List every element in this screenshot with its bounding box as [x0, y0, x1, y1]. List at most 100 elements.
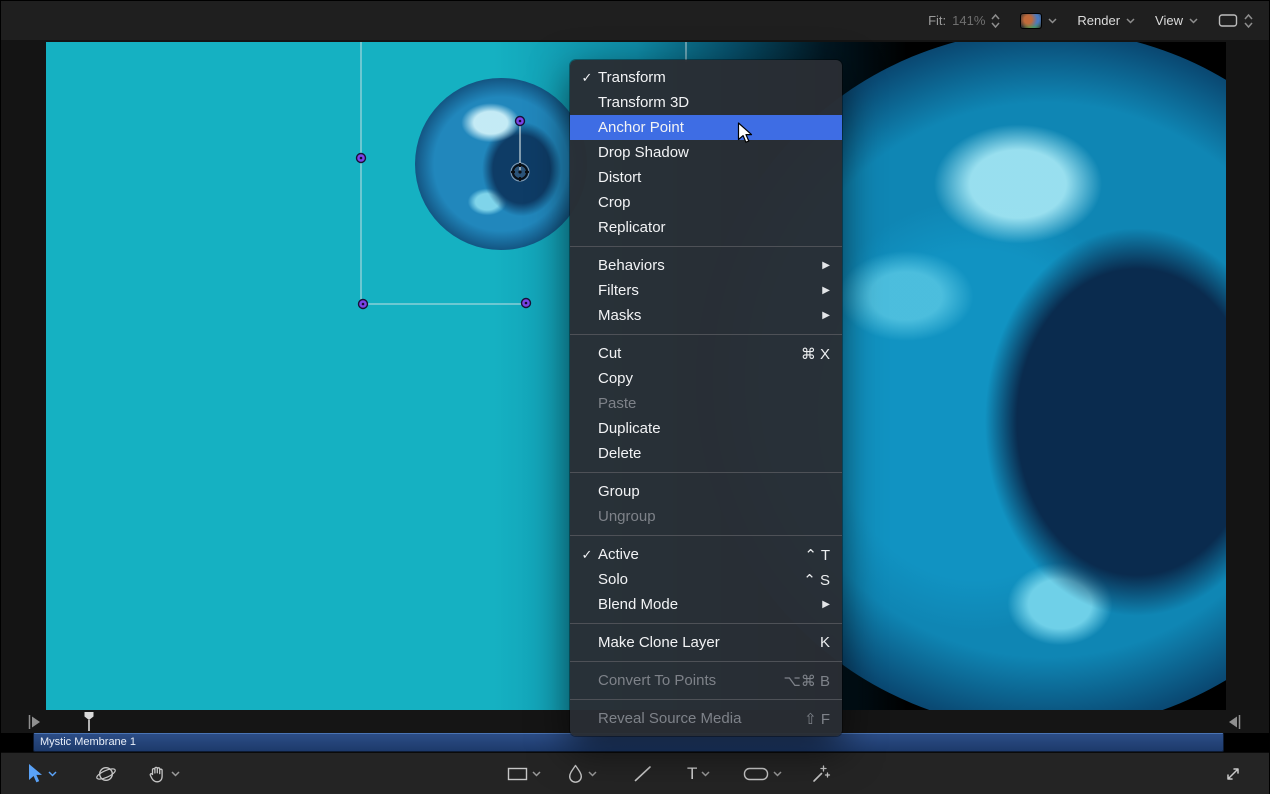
text-tool[interactable]: T [687, 753, 710, 794]
playhead[interactable] [83, 711, 95, 732]
menu-item-transform[interactable]: ✓ Transform [570, 65, 842, 90]
window-layout-control[interactable] [1218, 13, 1253, 29]
menu-item-cut[interactable]: Cut ⌘ X [570, 341, 842, 366]
color-well-control[interactable] [1020, 13, 1057, 29]
menu-item-drop-shadow[interactable]: Drop Shadow [570, 140, 842, 165]
rectangle-icon [507, 765, 528, 783]
menu-item-crop[interactable]: Crop [570, 190, 842, 215]
line-icon [633, 764, 653, 784]
menu-item-label: Transform [598, 69, 830, 86]
line-tool[interactable] [633, 753, 653, 794]
menu-item-label: Duplicate [598, 420, 830, 437]
orbit-icon [95, 763, 117, 785]
menu-item-behaviors[interactable]: Behaviors ▶ [570, 253, 842, 278]
shape-tool[interactable] [743, 753, 782, 794]
render-menu-button[interactable]: Render [1077, 13, 1135, 28]
menu-item-label: Group [598, 483, 830, 500]
checkmark-icon: ✓ [576, 70, 598, 86]
menu-item-label: Filters [598, 282, 804, 299]
motion-window: Fit: 141% Render View [0, 0, 1270, 794]
stepper-icon[interactable] [1244, 13, 1253, 29]
fit-control[interactable]: Fit: 141% [928, 13, 1000, 29]
chevron-down-icon [1189, 18, 1198, 24]
window-layout-icon [1218, 13, 1238, 28]
chevron-down-icon [1048, 18, 1057, 24]
pan-tool[interactable] [147, 753, 180, 794]
menu-separator [570, 472, 842, 473]
menu-item-label: Replicator [598, 219, 830, 236]
menu-item-label: Reveal Source Media [598, 710, 786, 727]
menu-item-label: Ungroup [598, 508, 830, 525]
selection-handle[interactable] [357, 154, 366, 163]
menu-separator [570, 246, 842, 247]
menu-item-label: Solo [598, 571, 785, 588]
menu-item-label: Crop [598, 194, 830, 211]
diagonal-resize-icon [1223, 764, 1243, 784]
menu-item-replicator[interactable]: Replicator [570, 215, 842, 240]
menu-item-label: Convert To Points [598, 672, 766, 689]
menu-item-masks[interactable]: Masks ▶ [570, 303, 842, 328]
timeline-in-marker[interactable] [28, 713, 42, 731]
selection-handle[interactable] [359, 300, 368, 309]
menu-item-blend-mode[interactable]: Blend Mode ▶ [570, 592, 842, 617]
adjust-item-tool[interactable] [811, 753, 831, 794]
menu-item-label: Paste [598, 395, 830, 412]
menu-item-distort[interactable]: Distort [570, 165, 842, 190]
menu-item-copy[interactable]: Copy [570, 366, 842, 391]
selection-handle[interactable] [522, 299, 531, 308]
menu-item-label: Transform 3D [598, 94, 830, 111]
menu-item-duplicate[interactable]: Duplicate [570, 416, 842, 441]
menu-item-label: Distort [598, 169, 830, 186]
shortcut-label: ⌃ S [785, 571, 830, 589]
3d-transform-tool[interactable] [95, 753, 117, 794]
text-tool-glyph: T [687, 764, 697, 784]
menu-separator [570, 334, 842, 335]
chevron-down-icon [171, 771, 180, 777]
bottom-toolbar: T [1, 752, 1269, 794]
menu-separator [570, 535, 842, 536]
fit-label: Fit: [928, 13, 946, 28]
shortcut-label: ⌘ X [783, 345, 830, 363]
menu-item-make-clone-layer[interactable]: Make Clone Layer K [570, 630, 842, 655]
menu-item-label: Active [598, 546, 786, 563]
shortcut-label: ⌃ T [786, 546, 830, 564]
menu-item-label: Cut [598, 345, 783, 362]
menu-item-ungroup: Ungroup [570, 504, 842, 529]
color-well-thumbnail[interactable] [1020, 13, 1042, 29]
clip-label: Mystic Membrane 1 [34, 734, 1223, 751]
select-transform-tool[interactable] [27, 753, 57, 794]
menu-item-transform-3d[interactable]: Transform 3D [570, 90, 842, 115]
mouse-cursor [737, 122, 754, 145]
menu-separator [570, 699, 842, 700]
submenu-arrow-icon: ▶ [804, 599, 830, 610]
menu-item-solo[interactable]: Solo ⌃ S [570, 567, 842, 592]
shortcut-label: ⇧ F [786, 710, 830, 728]
context-menu: ✓ Transform Transform 3D Anchor Point Dr… [570, 60, 842, 736]
rectangle-tool[interactable] [507, 753, 541, 794]
stepper-icon[interactable] [991, 13, 1000, 29]
menu-item-delete[interactable]: Delete [570, 441, 842, 466]
canvas-toolbar: Fit: 141% Render View [1, 1, 1269, 40]
fit-value: 141% [952, 13, 985, 28]
anchor-point-handle[interactable] [511, 163, 529, 181]
menu-item-paste: Paste [570, 391, 842, 416]
checkmark-icon: ✓ [576, 547, 598, 563]
rounded-rect-icon [743, 765, 769, 783]
menu-item-label: Make Clone Layer [598, 634, 802, 651]
menu-item-active[interactable]: ✓ Active ⌃ T [570, 542, 842, 567]
menu-item-anchor-point[interactable]: Anchor Point [570, 115, 842, 140]
menu-item-filters[interactable]: Filters ▶ [570, 278, 842, 303]
timeline-out-marker[interactable] [1227, 713, 1241, 731]
view-label: View [1155, 13, 1183, 28]
chevron-down-icon [701, 771, 710, 777]
selection-handle[interactable] [516, 117, 525, 126]
view-menu-button[interactable]: View [1155, 13, 1198, 28]
submenu-arrow-icon: ▶ [804, 285, 830, 296]
chevron-down-icon [588, 771, 597, 777]
menu-item-label: Drop Shadow [598, 144, 830, 161]
bezier-tool[interactable] [567, 753, 597, 794]
chevron-down-icon [773, 771, 782, 777]
resize-panel-handle[interactable] [1223, 753, 1243, 794]
menu-item-reveal-source-media: Reveal Source Media ⇧ F [570, 706, 842, 731]
menu-item-group[interactable]: Group [570, 479, 842, 504]
